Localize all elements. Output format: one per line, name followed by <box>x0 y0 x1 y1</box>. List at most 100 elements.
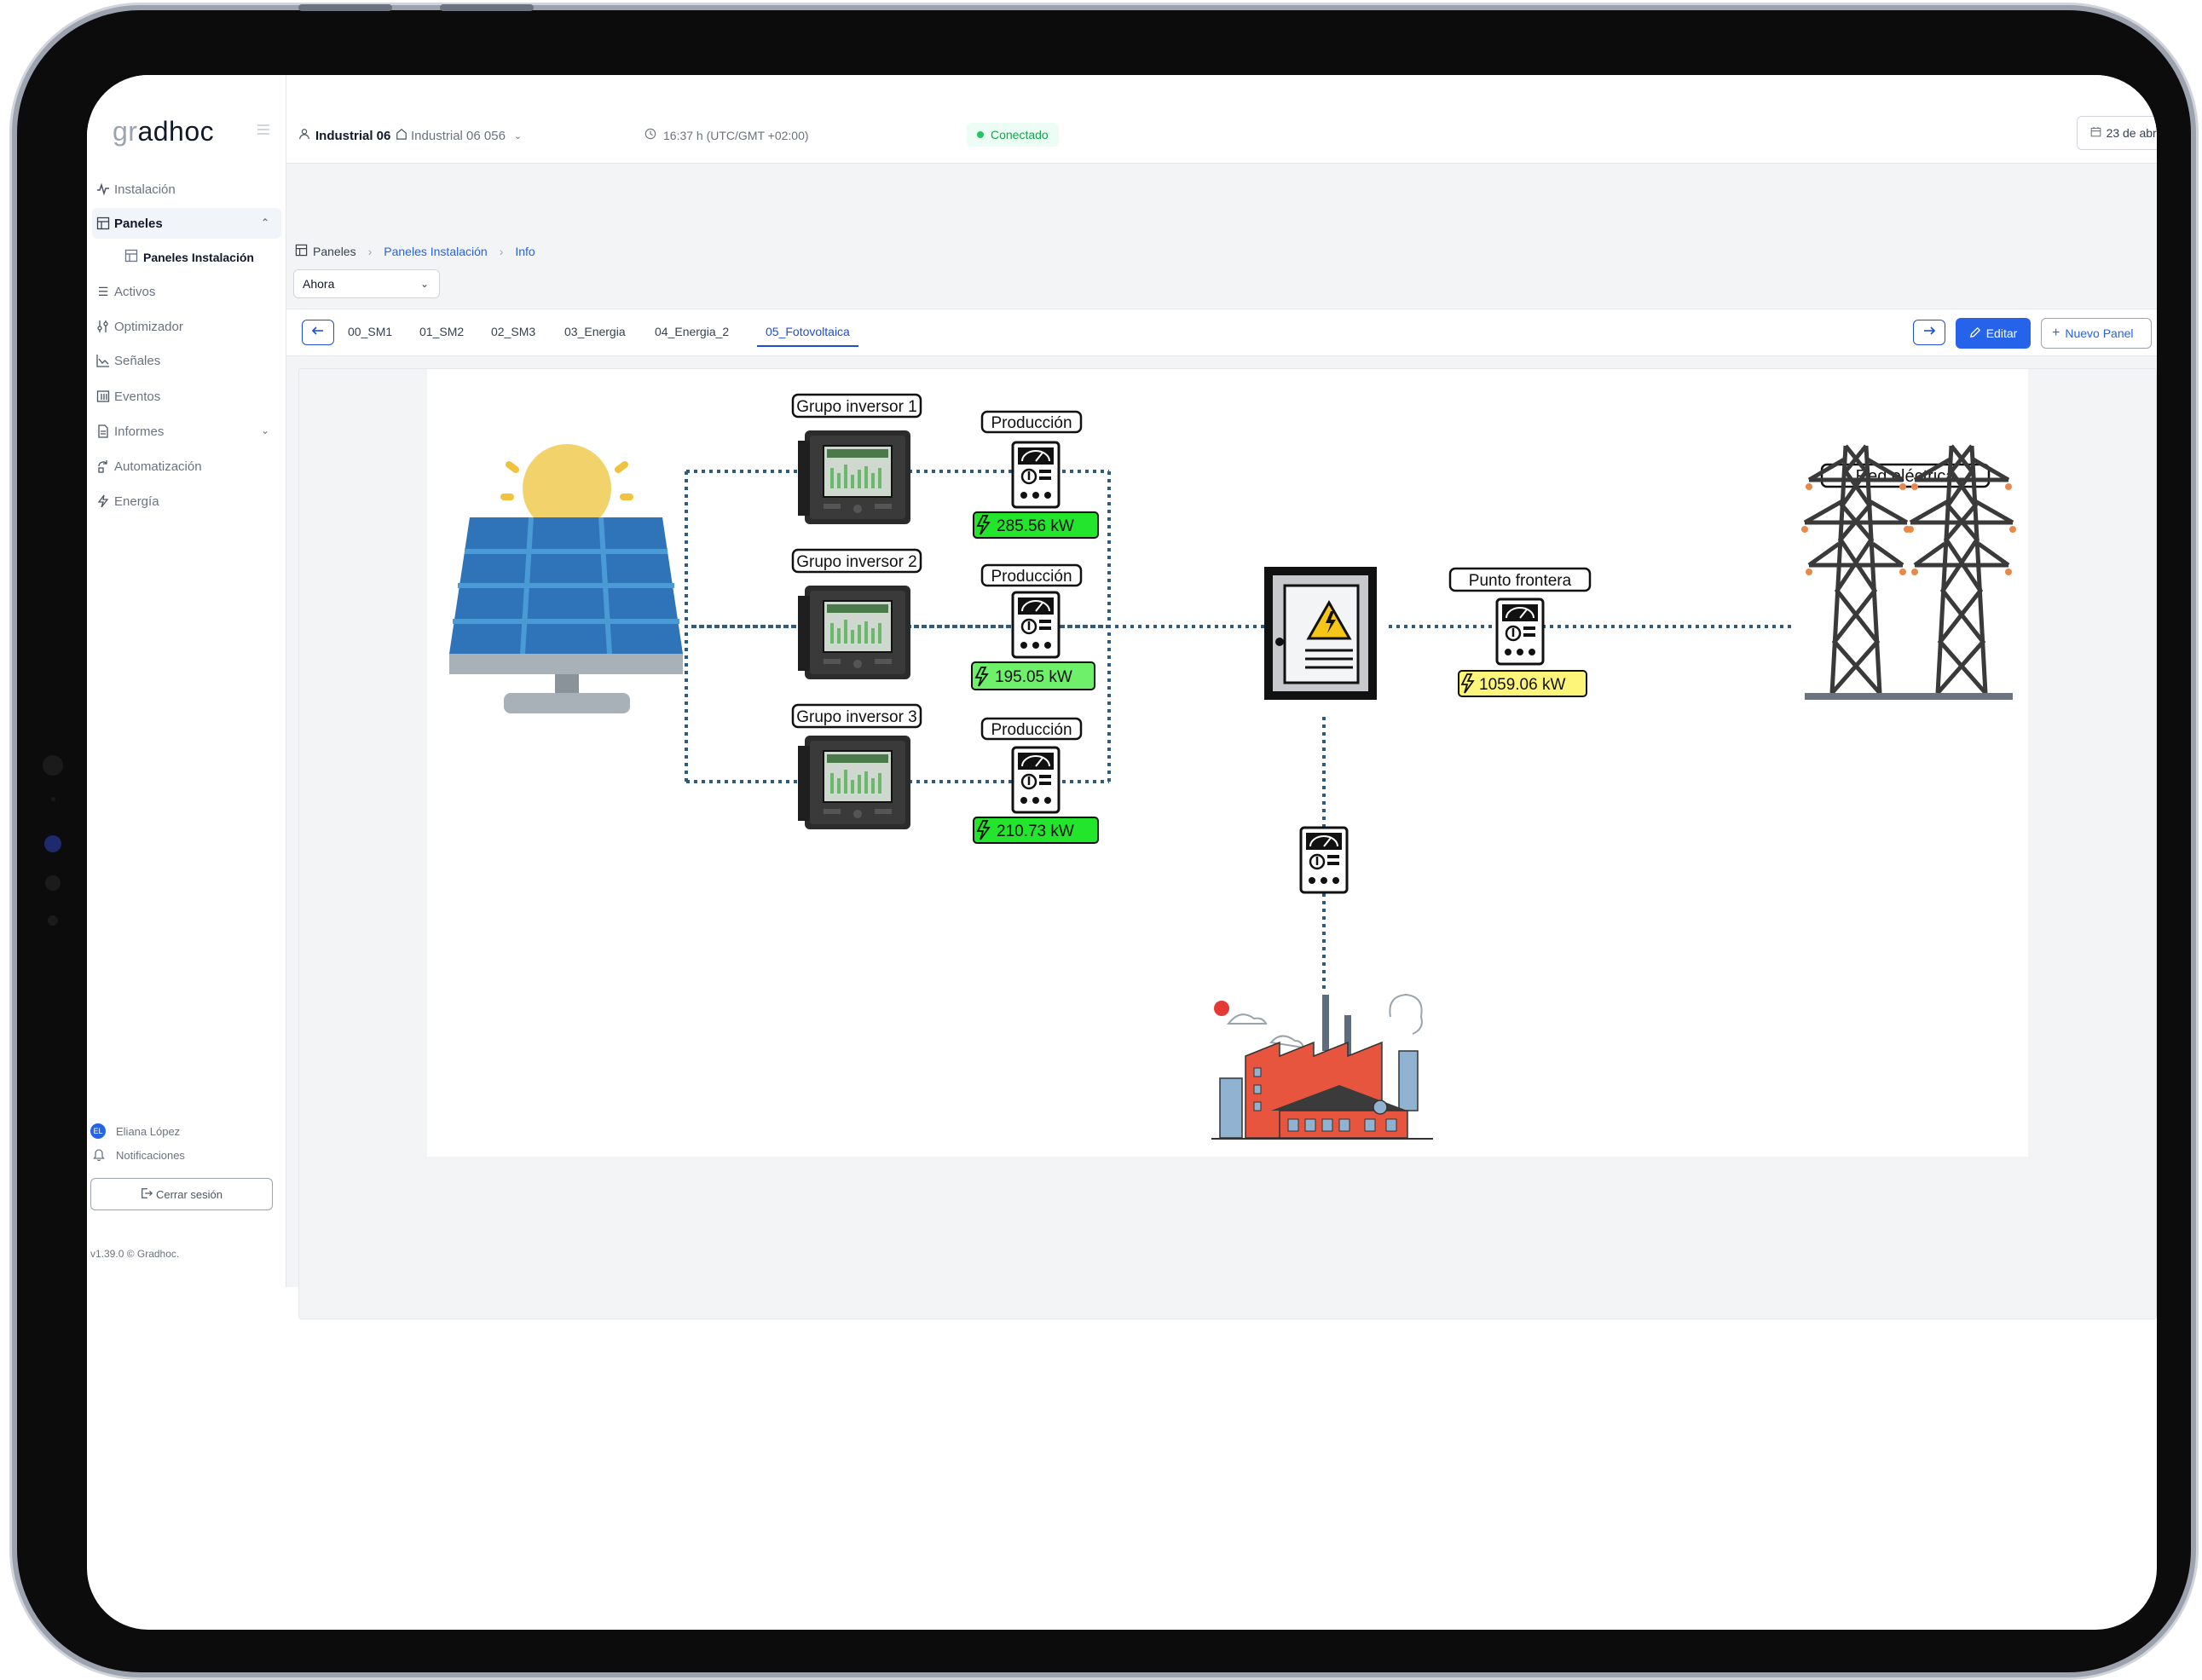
notifications-link[interactable]: Notificaciones <box>90 1147 185 1163</box>
sidebar-item-label: Eventos <box>114 389 161 404</box>
sidebar-subitem-paneles-instalacion[interactable]: Paneles Instalación <box>124 249 254 265</box>
breadcrumb-section[interactable]: Paneles Instalación <box>384 245 487 258</box>
production-label: Producción <box>991 721 1072 739</box>
edit-label: Editar <box>1985 326 2018 340</box>
sidebar-item-label: Activos <box>114 284 156 299</box>
sidebar-item-label: Señales <box>114 353 161 368</box>
chart-line-icon <box>95 353 111 368</box>
pencil-icon <box>1969 326 1981 341</box>
chevron-down-icon: ⌄ <box>419 278 429 290</box>
sidebar-item-automatizacion[interactable]: Automatización <box>92 451 281 482</box>
user-icon <box>298 128 310 143</box>
client-selector[interactable]: Industrial 06 <box>298 128 390 143</box>
electrical-cabinet-icon[interactable] <box>1264 567 1377 700</box>
timezone-info: 16:37 h (UTC/GMT +02:00) <box>644 128 809 142</box>
sidebar-item-eventos[interactable]: Eventos <box>92 381 281 412</box>
inverter-label: Grupo inversor 2 <box>796 553 917 571</box>
sensor-dot <box>48 915 58 926</box>
sidebar-item-label: Paneles <box>114 216 163 231</box>
arrow-left-icon <box>311 324 325 342</box>
version-text: v1.39.0 © Gradhoc. <box>90 1248 180 1260</box>
production-reading: 210.73 kW <box>997 823 1074 840</box>
status-label: Conectado <box>991 128 1049 141</box>
grid-icon <box>95 216 111 231</box>
boundary-label: Punto frontera <box>1469 572 1572 590</box>
topbar: Industrial 06 Industrial 06 056 ⌄ 16:37 … <box>286 75 2157 164</box>
consumption-meter[interactable] <box>1299 826 1349 894</box>
site-name: Industrial 06 056 <box>411 128 506 143</box>
new-panel-label: Nuevo Panel <box>2065 326 2134 340</box>
tab-00-sm1[interactable]: 00_SM1 <box>348 325 392 345</box>
grid-icon <box>295 244 308 259</box>
notifications-label: Notificaciones <box>116 1149 185 1162</box>
breadcrumb-root[interactable]: Paneles <box>313 245 356 258</box>
date-picker-button[interactable]: 23 de abril de 2025 <box>2077 116 2157 150</box>
time-text: 16:37 h (UTC/GMT +02:00) <box>663 128 809 142</box>
camera-dot <box>43 755 63 776</box>
breadcrumb-current[interactable]: Info <box>515 245 535 258</box>
tabs-next-button[interactable] <box>1913 320 1945 345</box>
site-selector[interactable]: Industrial 06 056 ⌄ <box>396 128 522 143</box>
sidebar-item-label: Instalación <box>114 182 176 197</box>
period-select[interactable]: Ahora ⌄ <box>293 269 440 298</box>
tab-02-sm3[interactable]: 02_SM3 <box>491 325 535 345</box>
inverter-label: Grupo inversor 3 <box>796 708 917 726</box>
sidebar-item-label: Automatización <box>114 459 202 474</box>
electric-grid-icon[interactable]: Red eléctrica <box>1801 446 2016 700</box>
tablet-button <box>298 4 392 11</box>
tablet-screen: gradhoc Instalación Paneles ⌃ Paneles In… <box>87 75 2157 1630</box>
user-name: Eliana López <box>116 1124 181 1138</box>
home-icon <box>396 128 407 143</box>
chevron-down-icon[interactable]: ⌄ <box>261 424 269 436</box>
logout-icon <box>141 1187 153 1202</box>
sidebar-item-informes[interactable]: Informes ⌄ <box>92 416 281 447</box>
breadcrumb: Paneles › Paneles Instalación › Info <box>295 244 535 259</box>
sidebar-item-senales[interactable]: Señales <box>92 345 281 376</box>
collapse-menu-icon[interactable] <box>257 124 269 135</box>
client-name: Industrial 06 <box>315 128 391 143</box>
breadcrumb-separator: › <box>499 245 504 258</box>
chevron-up-icon[interactable]: ⌃ <box>261 216 269 228</box>
tab-03-energia[interactable]: 03_Energia <box>564 325 626 345</box>
avatar: EL <box>90 1123 106 1139</box>
boundary-reading: 1059.06 kW <box>1479 676 1565 694</box>
plus-icon: + <box>2052 326 2060 340</box>
boundary-meter[interactable]: Punto frontera 1059.06 kW <box>1448 567 1592 697</box>
breadcrumb-separator: › <box>367 245 373 258</box>
inverter-group-3[interactable]: Grupo inversor 3 <box>791 703 922 830</box>
solar-panel-icon <box>449 444 683 713</box>
list-icon: ☰ <box>97 284 109 298</box>
tablet-frame: gradhoc Instalación Paneles ⌃ Paneles In… <box>12 4 2196 1677</box>
camera-lens <box>44 835 61 852</box>
tab-01-sm2[interactable]: 01_SM2 <box>419 325 464 345</box>
tabs-prev-button[interactable] <box>302 320 334 345</box>
status-badge: Conectado <box>967 123 1059 147</box>
tab-04-energia-2[interactable]: 04_Energia_2 <box>655 325 729 345</box>
production-meter-1[interactable]: Producción 285.56 kW <box>973 410 1099 539</box>
sensor-dot <box>45 875 61 891</box>
user-profile[interactable]: EL Eliana López <box>90 1123 180 1139</box>
diagram-canvas: Grupo inversor 1 Grupo inversor 2 Grupo <box>427 369 2028 1157</box>
sidebar-item-optimizador[interactable]: Optimizador <box>92 311 281 342</box>
edit-button[interactable]: Editar <box>1956 318 2031 349</box>
production-label: Producción <box>991 568 1072 586</box>
sidebar-item-paneles[interactable]: Paneles ⌃ <box>92 208 281 239</box>
arrow-right-icon <box>1922 324 1936 342</box>
tab-05-fotovoltaica[interactable]: 05_Fotovoltaica <box>757 325 858 347</box>
sidebar-item-activos[interactable]: ☰ Activos <box>92 276 281 307</box>
logo[interactable]: gradhoc <box>113 116 214 147</box>
logo-part: adhoc <box>137 116 215 147</box>
panel-area: Grupo inversor 1 Grupo inversor 2 Grupo <box>298 368 2157 1319</box>
sidebar-item-energia[interactable]: Energía <box>92 486 281 517</box>
main-content: Paneles › Paneles Instalación › Info Aho… <box>286 164 2157 1319</box>
inverter-group-2[interactable]: Grupo inversor 2 <box>791 548 922 680</box>
sliders-icon <box>95 319 111 334</box>
logout-button[interactable]: Cerrar sesión <box>90 1178 273 1210</box>
document-icon <box>95 424 111 439</box>
inverter-group-1[interactable]: Grupo inversor 1 <box>791 393 922 525</box>
new-panel-button[interactable]: + Nuevo Panel <box>2041 318 2152 349</box>
grid-label: Red eléctrica <box>1856 467 1956 486</box>
tabs-bar: 00_SM1 01_SM2 02_SM3 03_Energia 04_Energ… <box>286 309 2157 356</box>
sidebar-item-instalacion[interactable]: Instalación <box>92 174 281 205</box>
sidebar: gradhoc Instalación Paneles ⌃ Paneles In… <box>87 75 286 1287</box>
